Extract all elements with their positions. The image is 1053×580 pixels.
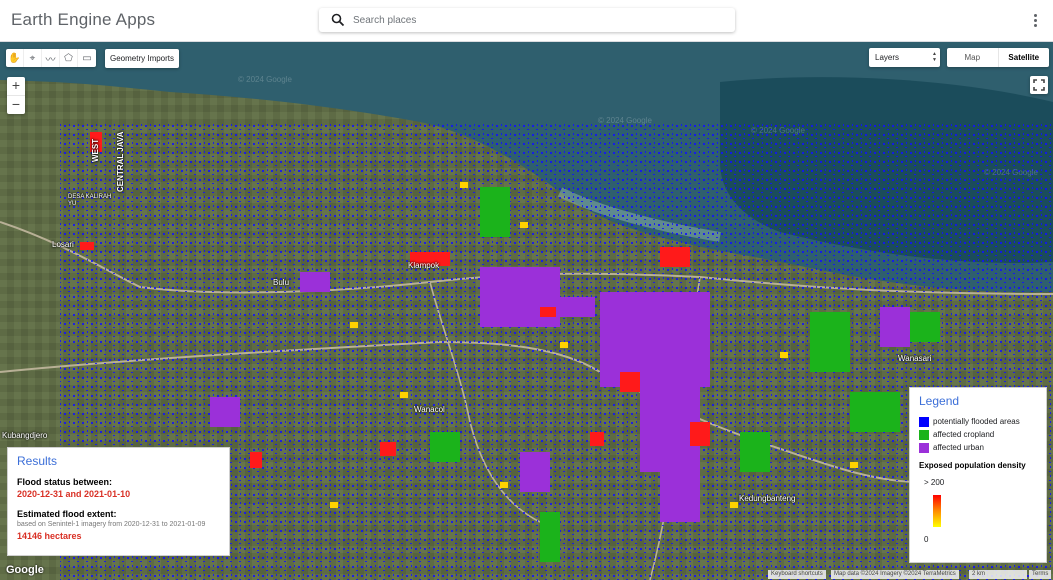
fullscreen-icon — [1033, 79, 1045, 91]
legend-swatch — [919, 429, 929, 440]
legend-item-urban: affected urban — [919, 441, 1037, 454]
app-header: Earth Engine Apps — [0, 0, 1053, 42]
place-label-bulu: Bulu — [273, 278, 290, 287]
legend-swatch — [919, 416, 929, 427]
legend-label: potentially flooded areas — [933, 417, 1020, 426]
map-watermark: © 2024 Google — [598, 116, 652, 125]
geometry-imports-button[interactable]: Geometry Imports — [105, 49, 180, 68]
map-watermark: © 2024 Google — [984, 168, 1038, 177]
legend-swatch — [919, 442, 929, 453]
results-panel: Results Flood status between: 2020-12-31… — [7, 447, 230, 556]
place-label-wanacol: Wanacol — [414, 405, 445, 414]
legend-item-flooded: potentially flooded areas — [919, 415, 1037, 428]
results-title: Results — [17, 454, 58, 468]
terms-link[interactable]: Terms — [1029, 570, 1052, 579]
line-icon[interactable]: 〰 — [42, 49, 60, 67]
flood-extent-value: 14146 hectares — [17, 531, 82, 541]
fullscreen-button[interactable] — [1030, 76, 1048, 94]
place-label-klampok: Klampok — [408, 261, 440, 270]
legend-panel: Legend potentially flooded areas affecte… — [909, 387, 1047, 563]
layers-dropdown[interactable]: Layers ▲ ▼ — [869, 48, 940, 67]
keyboard-shortcuts-link[interactable]: Keyboard shortcuts — [768, 570, 826, 579]
flood-status-range: 2020-12-31 and 2021-01-10 — [17, 489, 131, 499]
place-label-losari: Losari — [52, 240, 74, 249]
population-min-label: 0 — [924, 535, 929, 544]
legend-item-cropland: affected cropland — [919, 428, 1037, 441]
flood-extent-note: based on Senintel-1 imagery from 2020-12… — [17, 521, 206, 528]
place-label-central-java: CENTRAL JAVA — [116, 131, 125, 192]
google-logo: Google — [6, 564, 44, 576]
legend-title: Legend — [919, 394, 960, 408]
search-input[interactable] — [353, 11, 723, 29]
map-view-button[interactable]: Map — [947, 48, 999, 67]
place-label-desa-kalirahyu: DESA KALIRAH YU — [68, 194, 112, 207]
place-label-kedungbanteng: Kedungbanteng — [739, 494, 796, 503]
map-data-attribution: Map data ©2024 Imagery ©2024 TerraMetric… — [831, 570, 959, 579]
layers-label: Layers — [875, 53, 900, 62]
zoom-in-button[interactable]: + — [7, 77, 25, 95]
polygon-icon[interactable]: ⬠ — [60, 49, 78, 67]
place-label-kubangdjero: Kubangdjero — [2, 431, 48, 440]
map-type-switcher: Map Satellite — [947, 48, 1049, 67]
flood-extent-label: Estimated flood extent: — [17, 509, 117, 519]
app-title: Earth Engine Apps — [11, 10, 156, 29]
map-watermark: © 2024 Google — [238, 75, 292, 84]
zoom-control: + − — [7, 77, 25, 114]
population-max-label: > 200 — [924, 478, 945, 487]
more-vert-icon[interactable] — [1028, 10, 1042, 30]
place-label-west: WEST — [91, 138, 100, 162]
legend-label: affected cropland — [933, 430, 995, 439]
map-watermark: © 2024 Google — [751, 126, 805, 135]
drawing-tools: ✋ ⌖ 〰 ⬠ ▭ — [6, 49, 96, 67]
flood-status-label: Flood status between: — [17, 477, 113, 487]
rectangle-icon[interactable]: ▭ — [78, 49, 96, 67]
search-icon — [331, 13, 345, 27]
satellite-view-button[interactable]: Satellite — [999, 48, 1050, 67]
population-density-title: Exposed population density — [919, 461, 1026, 470]
place-label-wanasari: Wanasari — [898, 354, 932, 363]
point-marker-icon[interactable]: ⌖ — [24, 49, 42, 67]
zoom-out-button[interactable]: − — [7, 96, 25, 114]
dropdown-arrows-icon: ▲ ▼ — [932, 51, 937, 63]
population-gradient — [933, 495, 941, 527]
legend-label: affected urban — [933, 443, 985, 452]
scale-bar[interactable]: 2 km — [969, 570, 1027, 579]
pan-hand-icon[interactable]: ✋ — [6, 49, 24, 67]
search-box[interactable] — [319, 8, 735, 32]
